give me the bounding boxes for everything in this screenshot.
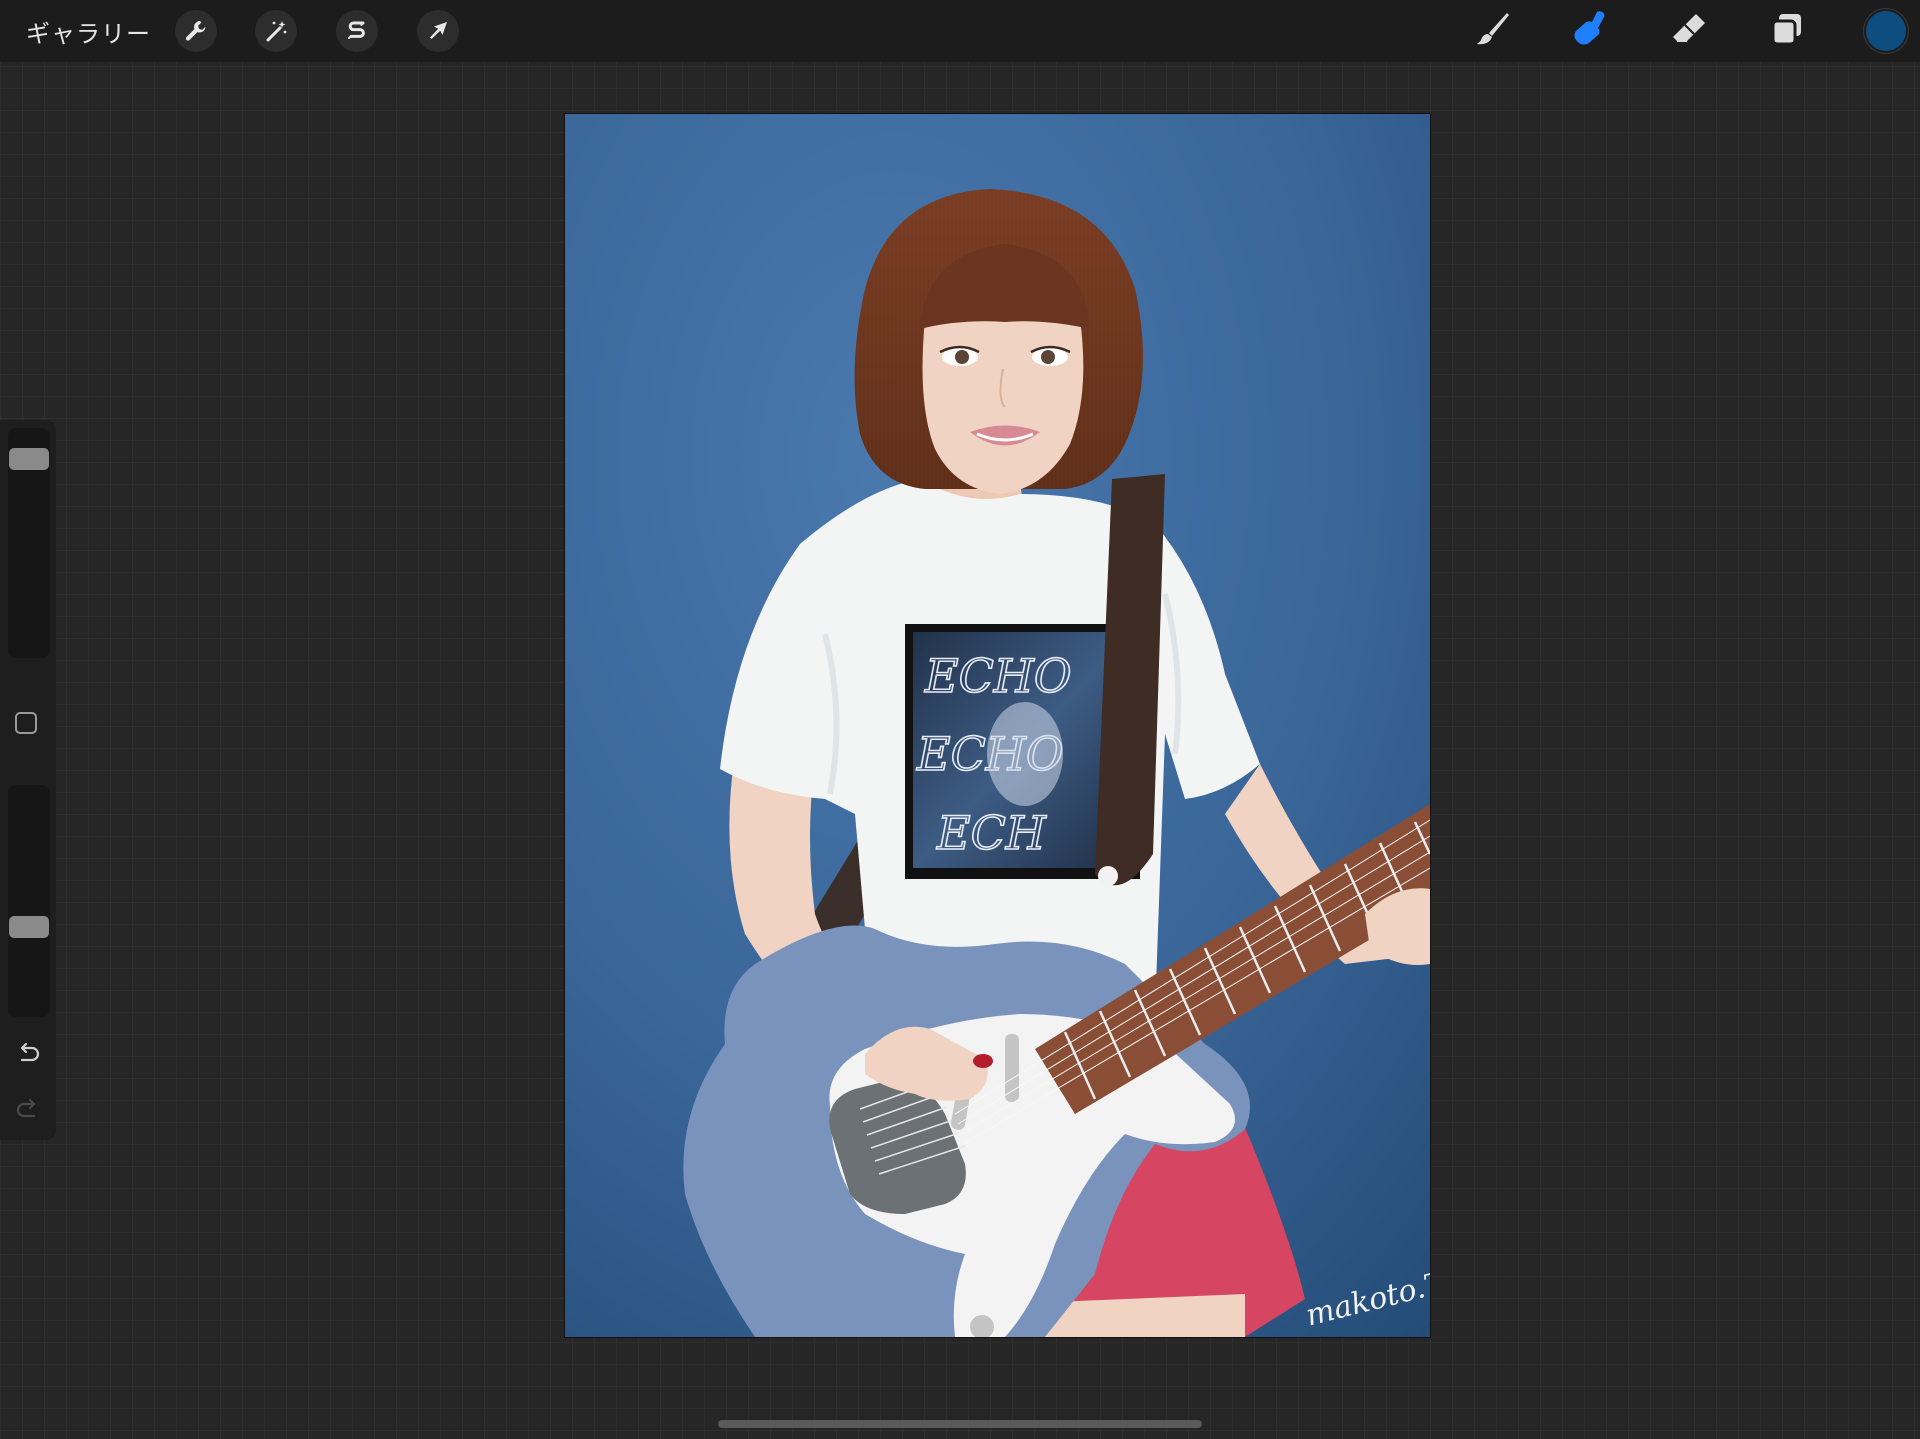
procreate-app: ギャラリー ECHO ECH makoto.T [0,0,1920,1439]
redo-button[interactable] [12,1096,44,1128]
home-indicator[interactable] [718,1420,1202,1428]
undo-icon [14,1040,42,1072]
actions-button[interactable] [175,10,217,52]
gallery-button[interactable]: ギャラリー [26,14,151,49]
square-modify-icon[interactable] [15,712,37,734]
artwork: ECHO ECHO ECH [565,114,1430,1337]
drawing-canvas[interactable]: ECHO ECHO ECH [565,114,1430,1337]
color-picker-swatch[interactable] [1866,11,1906,51]
shirt-print-text-3: ECH [936,806,1047,860]
selection-s-icon [344,18,370,44]
undo-button[interactable] [12,1040,44,1072]
smudge-button[interactable] [1567,8,1613,54]
brush-size-thumb[interactable] [9,448,49,470]
transform-button[interactable] [417,10,459,52]
shirt-print-text-1: ECHO [924,649,1072,703]
magic-wand-icon [263,18,289,44]
strap-button [1098,866,1118,886]
brush-size-slider[interactable] [8,428,50,658]
brush-icon [1472,8,1514,54]
eraser-button[interactable] [1666,8,1712,54]
arrow-cursor-icon [425,18,451,44]
smudge-finger-icon [1569,8,1611,54]
brush-opacity-thumb[interactable] [9,916,49,939]
guitar-bridge-pickup-2 [1005,1034,1019,1102]
layers-button[interactable] [1764,8,1810,54]
layers-icon [1766,8,1808,54]
brush-button[interactable] [1470,8,1516,54]
eraser-icon [1668,8,1710,54]
redo-icon [14,1096,42,1128]
brush-opacity-slider[interactable] [8,785,50,1017]
adjustments-button[interactable] [255,10,297,52]
selection-button[interactable] [336,10,378,52]
top-toolbar: ギャラリー [0,0,1920,62]
wrench-icon [183,18,209,44]
left-sidebar [0,420,56,1140]
guitar-pick [973,1054,993,1068]
